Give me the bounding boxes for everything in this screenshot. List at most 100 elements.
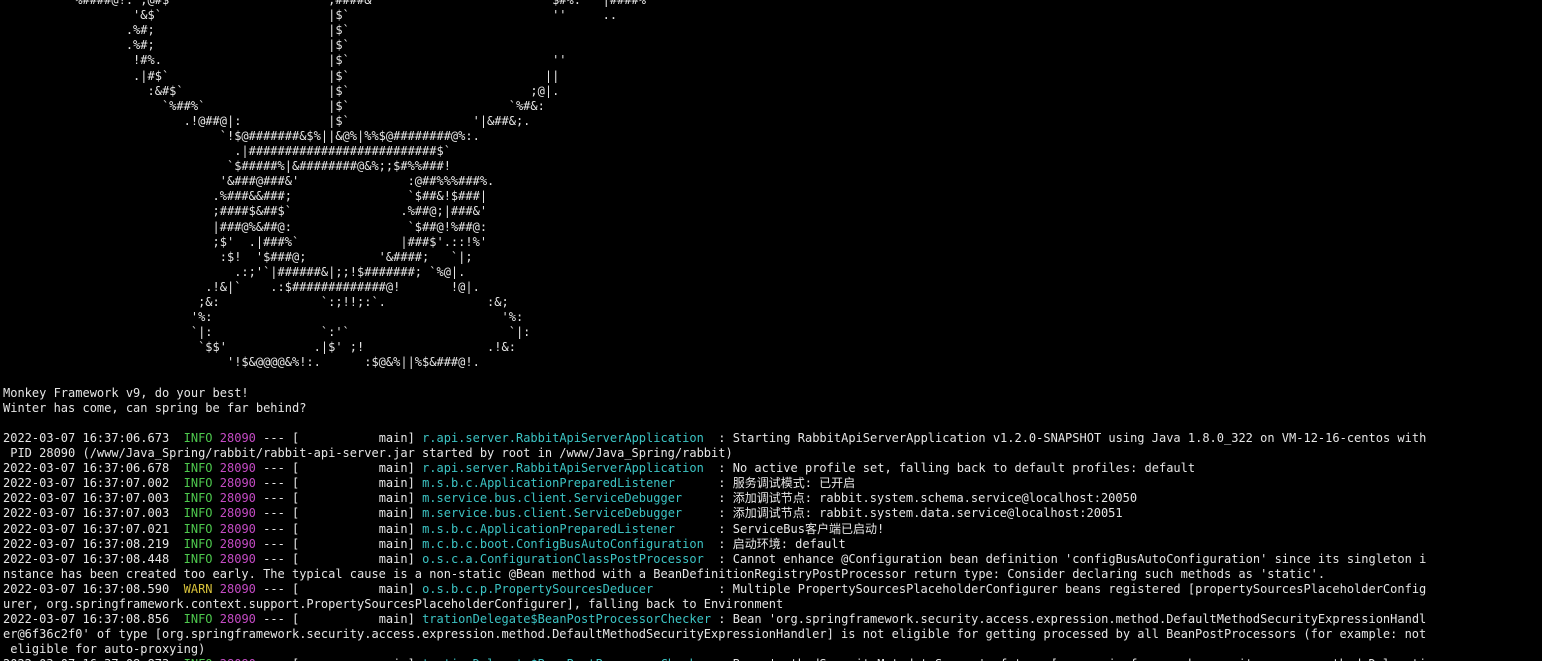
log-entry: 2022-03-07 16:37:07.021 INFO 28090 --- [… [3, 522, 884, 537]
log-continuation-text: urer, org.springframework.context.suppor… [3, 597, 784, 611]
ascii-art-line: ;####$&##$` .%##@;|###&' [3, 204, 488, 219]
ascii-art-text: .%###&&###; `$##&!$###| [3, 189, 488, 204]
log-continuation-text: eligible for auto-proxying) [3, 642, 206, 657]
log-level: INFO [183, 476, 213, 491]
ascii-art-line: '%: '%: [3, 310, 523, 325]
log-logger: o.s.c.a.ConfigurationClassPostProcessor [422, 551, 704, 566]
log-message: : 启动环境: default [703, 536, 846, 551]
ascii-art-text: `!$@#######&$%||&@%|%%$@########@%:. [3, 128, 480, 143]
log-thread: --- [ main] [256, 657, 422, 661]
ascii-art-text: :&#$` |$` ;@|. [3, 83, 560, 98]
ascii-art-text: `$$' .|$' ;! .!&: [3, 340, 516, 355]
log-logger: m.s.b.c.ApplicationPreparedListener [422, 476, 675, 491]
log-timestamp: 2022-03-07 16:37:08.448 [3, 551, 170, 566]
log-logger: r.api.server.RabbitApiServerApplication [422, 430, 704, 445]
log-timestamp: 2022-03-07 16:37:06.673 [3, 430, 170, 445]
ascii-art-text: |###@%&##@: `$##@!%##@: [3, 219, 488, 234]
log-thread: --- [ main] [255, 612, 423, 627]
log-message: : 添加调试节点: rabbit.system.data.service@loc… [682, 506, 1123, 521]
log-pid: 28090 [219, 491, 256, 506]
log-message: : ServiceBus客户端已启动! [674, 521, 885, 536]
log-level: INFO [184, 657, 213, 661]
log-entry: 2022-03-07 16:37:06.673 INFO 28090 --- [… [3, 431, 1426, 446]
ascii-art-text: %####@!. ;@#$ ;####&` $#%. |####% [3, 0, 646, 7]
log-continuation-text: er@6f36c2f0' of type [org.springframewor… [3, 627, 1427, 642]
log-pid: 28090 [219, 551, 256, 566]
log-continuation-text: nstance has been created too early. The … [3, 566, 1326, 581]
log-timestamp: 2022-03-07 16:37:08.590 [3, 581, 170, 596]
log-entry: 2022-03-07 16:37:08.856 INFO 28090 --- [… [3, 612, 1426, 627]
log-thread: --- [ main] [255, 491, 423, 506]
ascii-art-line: |###@%&##@: `$##@!%##@: [3, 219, 488, 235]
log-entry: 2022-03-07 16:37:08.448 INFO 28090 --- [… [3, 552, 1426, 567]
log-timestamp: 2022-03-07 16:37:07.002 [3, 476, 170, 491]
ascii-art-line: .!@##@|: |$` '|&##&;. [3, 113, 531, 129]
log-pid: 28090 [219, 536, 256, 551]
log-pid: 28090 [219, 430, 256, 445]
log-thread: --- [ main] [255, 461, 423, 476]
ascii-art-text: '&###@###&' :@##%%%###%. [3, 174, 495, 189]
ascii-art-line: .%#; |$` [3, 38, 350, 53]
banner-text: Monkey Framework v9, do your best! [3, 385, 249, 400]
ascii-art-text: '!$&@@@@&%!:. :$@&%||%$&###@!. [3, 355, 480, 370]
log-level: INFO [183, 536, 213, 551]
ascii-art-line: `$#####%|&########@&%;;$#%%###! [3, 159, 451, 174]
log-pid: 28090 [219, 581, 256, 596]
ascii-art-line: `%##%` |$` `%#&: [3, 99, 545, 114]
ascii-art-text: `|: `:'` `|: [3, 325, 531, 340]
ascii-art-text: :$! '$###@; '&####; `|; [3, 249, 473, 264]
log-timestamp: 2022-03-07 16:37:06.678 [3, 461, 170, 476]
log-continuation: urer, org.springframework.context.suppor… [3, 597, 783, 612]
ascii-art-line: :$! '$###@; '&####; `|; [3, 250, 473, 265]
ascii-art-text: .%#; |$` [3, 23, 350, 38]
log-level: INFO [183, 521, 213, 536]
ascii-art-line: `$$' .|$' ;! .!&: [3, 340, 516, 355]
ascii-art-text: .!@##@|: |$` '|&##&;. [3, 113, 531, 128]
ascii-art-line: '!$&@@@@&%!:. :$@&%||%$&###@!. [3, 355, 480, 370]
log-level: INFO [183, 551, 213, 566]
log-continuation: er@6f36c2f0' of type [org.springframewor… [3, 627, 1426, 642]
log-pid: 28090 [219, 521, 256, 536]
ascii-art-line: .%###&&###; `$##&!$###| [3, 189, 488, 204]
log-message: : Starting RabbitApiServerApplication v1… [703, 430, 1427, 445]
log-message: : Multiple PropertySourcesPlaceholderCon… [653, 581, 1427, 596]
log-level: WARN [183, 581, 213, 596]
log-timestamp: 2022-03-07 16:37:07.021 [3, 521, 170, 536]
log-thread: --- [ main] [255, 476, 423, 491]
log-level: INFO [183, 461, 213, 476]
log-thread: --- [ main] [255, 430, 423, 445]
ascii-art-text: .|##########################$` [3, 144, 451, 158]
ascii-art-text: `%##%` |$` `%#&: [3, 98, 545, 113]
log-pid: 28090 [219, 506, 256, 521]
terminal-window[interactable]: %####@!. ;@#$ ;####&` $#%. |####% '&$` |… [0, 0, 1542, 661]
ascii-art-line: ;&: `:;!!;:`. :&; [3, 295, 509, 310]
log-logger: m.service.bus.client.ServiceDebugger [422, 506, 683, 521]
log-entry: 2022-03-07 16:37:07.003 INFO 28090 --- [… [3, 506, 1123, 521]
log-timestamp: 2022-03-07 16:37:07.003 [3, 506, 170, 521]
log-timestamp: 2022-03-07 16:37:08.219 [3, 536, 170, 551]
ascii-art-text: ;####$&##$` .%##@;|###&' [3, 204, 488, 219]
log-logger: m.s.b.c.ApplicationPreparedListener [422, 521, 675, 536]
ascii-art-line: ;$' .|###%` |###$'.::!%' [3, 235, 488, 250]
ascii-art-text: '&$` |$` '' .. [3, 8, 618, 23]
ascii-art-text: `$#####%|&########@&%;;$#%%###! [3, 159, 451, 174]
log-continuation: eligible for auto-proxying) [3, 642, 205, 657]
log-level: INFO [183, 491, 213, 506]
ascii-art-text: .!&|` .:$#############@! !@|. [3, 279, 480, 294]
log-continuation-text: PID 28090 (/www/Java_Spring/rabbit/rabbi… [3, 446, 733, 460]
log-level: INFO [183, 612, 213, 627]
log-pid: 28090 [220, 657, 256, 661]
banner-line: Winter has come, can spring be far behin… [3, 401, 306, 416]
log-pid: 28090 [219, 461, 256, 476]
ascii-art-line: `!$@#######&$%||&@%|%%$@########@%:. [3, 129, 480, 144]
ascii-art-line: `|: `:'` `|: [3, 325, 531, 340]
log-logger: r.api.server.RabbitApiServerApplication [422, 461, 704, 476]
ascii-art-text: .%#; |$` [3, 38, 350, 53]
log-logger: o.s.b.c.p.PropertySourcesDeducer [422, 581, 654, 596]
log-entry: 2022-03-07 16:37:07.002 INFO 28090 --- [… [3, 476, 855, 491]
log-logger: trationDelegate$BeanPostProcessorChecker [422, 657, 711, 661]
log-timestamp: 2022-03-07 16:37:07.003 [3, 491, 170, 506]
ascii-art-line: .%#; |$` [3, 23, 350, 38]
log-timestamp: 2022-03-07 16:37:08.856 [3, 612, 170, 627]
log-entry: 2022-03-07 16:37:07.003 INFO 28090 --- [… [3, 491, 1137, 506]
